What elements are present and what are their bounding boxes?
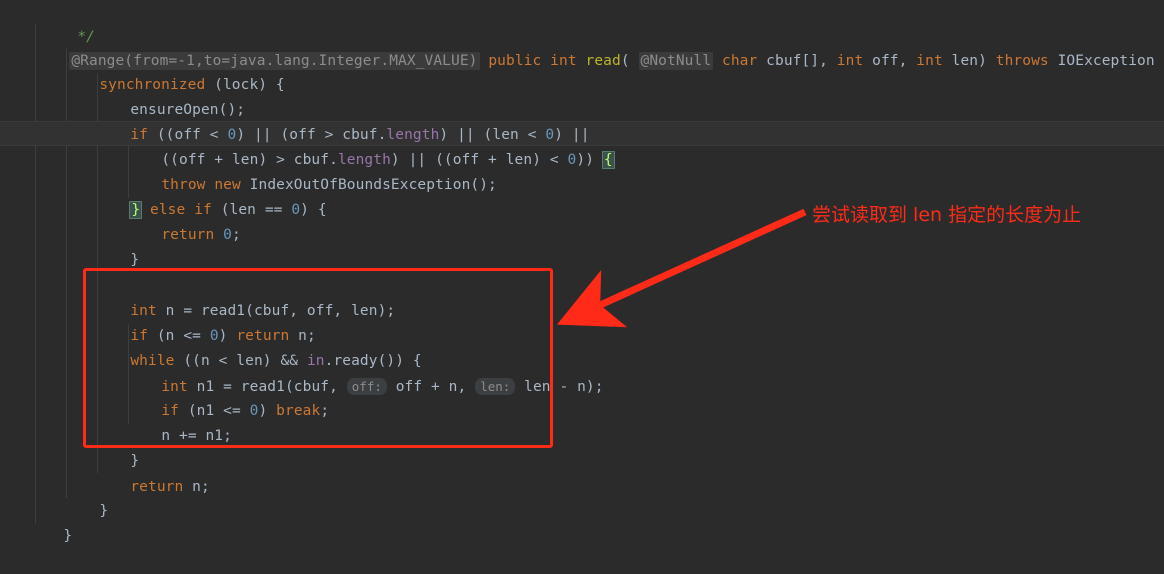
code-line[interactable]: int n1 = read1(cbuf, off: off + n, len: …	[126, 349, 604, 395]
inlay-hint-off: off:	[346, 378, 387, 395]
code-line[interactable]: return n;	[95, 450, 210, 495]
matched-brace-open: {	[601, 151, 615, 169]
indent-guide	[35, 24, 36, 524]
code-line[interactable]: }	[28, 499, 72, 544]
code-line[interactable]: throw new IndexOutOfBoundsException();	[126, 148, 497, 193]
inlay-hint-len: len:	[475, 378, 516, 395]
code-line[interactable]: if ((off < 0) || (off > cbuf.length) || …	[95, 98, 590, 143]
code-line[interactable]: }	[95, 223, 139, 268]
code-line[interactable]: if (n <= 0) return n;	[95, 299, 316, 344]
code-line[interactable]: */	[42, 0, 95, 45]
code-line[interactable]: } else if (len == 0) {	[95, 173, 327, 219]
code-editor[interactable]: */ @Range(from=-1,to=java.lang.Integer.M…	[0, 0, 1164, 544]
code-line[interactable]: }	[95, 424, 139, 469]
code-line[interactable]: ((off + len) > cbuf.length) || ((off + l…	[126, 123, 615, 169]
code-line[interactable]: n += n1;	[126, 399, 232, 444]
code-line[interactable]: ensureOpen();	[95, 73, 245, 118]
code-line[interactable]: if (n1 <= 0) break;	[126, 374, 329, 419]
code-line[interactable]: return 0;	[126, 198, 241, 243]
code-line[interactable]: }	[64, 474, 108, 519]
code-line[interactable]: while ((n < len) && in.ready()) {	[95, 324, 422, 369]
code-line[interactable]: @Range(from=-1,to=java.lang.Integer.MAX_…	[34, 24, 1164, 70]
code-line[interactable]: synchronized (lock) {	[64, 48, 285, 93]
code-line[interactable]: int n = read1(cbuf, off, len);	[95, 274, 395, 319]
